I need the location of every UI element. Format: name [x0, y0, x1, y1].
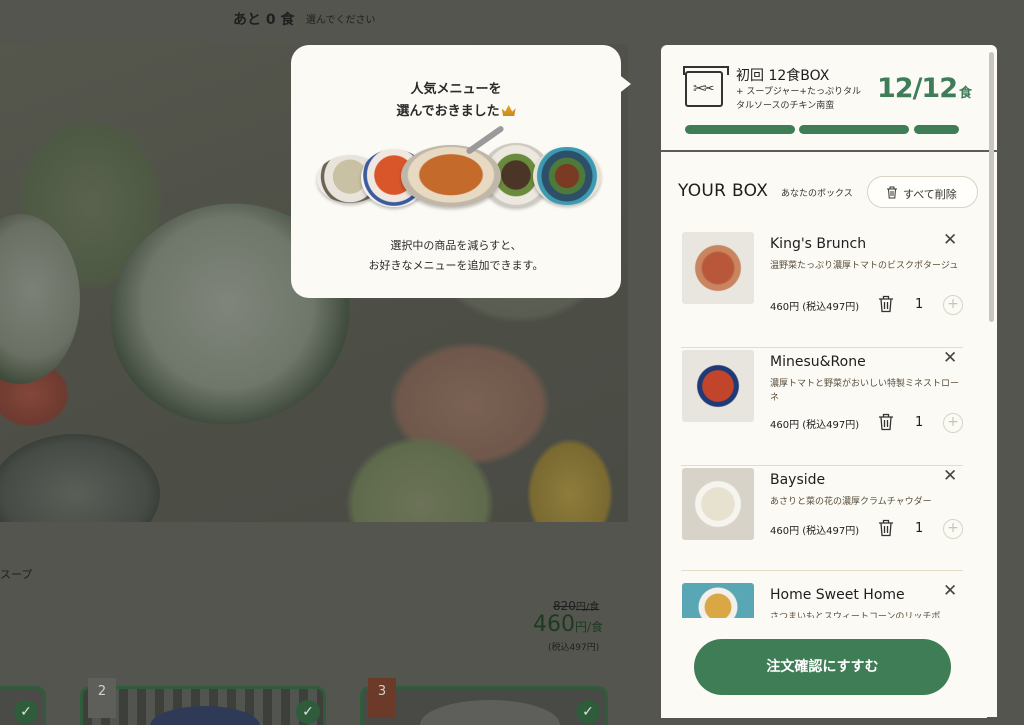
remaining-hint: 選んでください	[306, 15, 376, 26]
check-icon[interactable]: ✓	[576, 700, 600, 724]
item-price: 460円 (税込497円)	[770, 526, 860, 537]
item-price: 460円 (税込497円)	[770, 420, 860, 431]
cart-item: Bayside あさりと菜の花の濃厚クラムチャウダー 460円 (税込497円)…	[681, 466, 963, 571]
scrollbar[interactable]	[989, 52, 994, 322]
close-icon[interactable]: ✕	[943, 581, 957, 601]
box-subtitle: + スープジャー+たっぷりタルタルソースのチキン南蛮	[736, 87, 861, 111]
rank-badge: 3	[368, 678, 396, 718]
item-thumbnail	[682, 468, 754, 540]
close-icon[interactable]: ✕	[943, 466, 957, 486]
rank-badge: 2	[88, 678, 116, 718]
close-icon[interactable]: ✕	[943, 230, 957, 250]
trash-icon[interactable]	[878, 295, 894, 313]
popover-description: 選択中の商品を減らすと、 お好きなメニューを追加できます。	[368, 239, 544, 272]
progress-segment	[914, 125, 959, 134]
sale-price: 460円/食	[533, 612, 604, 637]
cart-item: Minesu&Rone 濃厚トマトと野菜がおいしい特製ミネストローネ 460円 …	[681, 348, 963, 466]
increase-button[interactable]: +	[943, 413, 963, 433]
item-thumbnail	[682, 583, 754, 623]
increase-button[interactable]: +	[943, 295, 963, 315]
box-title: 初回 12食BOX	[736, 68, 830, 84]
cart-item-list: King's Brunch 温野菜たっぷり濃厚トマトのビスクポタージュ 460円…	[681, 230, 963, 631]
box-icon: ✂✂	[683, 66, 729, 107]
clear-all-button[interactable]: すべて削除	[867, 176, 978, 208]
recommendation-popover: 人気メニューを 選んでおきました 選択中の商品を減らすと、 お好きなメニューを追…	[291, 45, 631, 298]
your-box-title: YOUR BOX	[678, 181, 769, 201]
tax-price: (税込497円)	[548, 643, 600, 653]
item-quantity: 1	[915, 415, 924, 430]
your-box-subtitle: あなたのボックス	[781, 189, 853, 199]
cart-panel: ✂✂ 初回 12食BOX + スープジャー+たっぷりタルタルソースのチキン南蛮 …	[661, 45, 997, 717]
increase-button[interactable]: +	[943, 519, 963, 539]
item-description: あさりと菜の花の濃厚クラムチャウダー	[770, 497, 932, 507]
item-description: 温野菜たっぷり濃厚トマトのビスクポタージュ	[770, 261, 959, 271]
progress-segment	[685, 125, 795, 134]
food-decor	[0, 214, 80, 384]
item-price: 460円 (税込497円)	[770, 302, 860, 313]
popular-menu-image	[313, 124, 603, 213]
remaining-count: あと 0 食	[233, 12, 295, 28]
item-name: Bayside	[770, 472, 826, 488]
food-decor	[0, 434, 160, 522]
item-description: 濃厚トマトと野菜がおいしい特製ミネストローネ	[770, 379, 960, 403]
original-price: 820円/食	[553, 599, 600, 613]
item-name: Home Sweet Home	[770, 587, 905, 603]
item-quantity: 1	[915, 297, 924, 312]
trash-icon[interactable]	[878, 519, 894, 537]
close-icon[interactable]: ✕	[943, 348, 957, 368]
popover-title: 人気メニューを 選んでおきました	[291, 79, 621, 123]
item-thumbnail	[682, 232, 754, 304]
soup-bowl	[401, 145, 501, 207]
category-label: スープ	[0, 568, 33, 581]
check-icon[interactable]: ✓	[14, 700, 38, 724]
trash-icon	[887, 186, 897, 199]
item-thumbnail	[682, 350, 754, 422]
progress-bar	[685, 125, 959, 134]
proceed-to-order-button[interactable]: 注文確認にすすむ	[694, 639, 951, 695]
soup-bowl	[533, 147, 601, 205]
box-summary: ✂✂ 初回 12食BOX + スープジャー+たっぷりタルタルソースのチキン南蛮 …	[661, 45, 997, 152]
check-icon[interactable]: ✓	[296, 700, 320, 724]
item-name: Minesu&Rone	[770, 354, 866, 370]
cart-item: King's Brunch 温野菜たっぷり濃厚トマトのビスクポタージュ 460円…	[681, 230, 963, 348]
item-name: King's Brunch	[770, 236, 867, 252]
trash-icon[interactable]	[878, 413, 894, 431]
selection-status-bar: あと 0 食 選んでください	[0, 0, 660, 38]
progress-segment	[799, 125, 909, 134]
crown-icon	[501, 105, 516, 116]
item-quantity: 1	[915, 521, 924, 536]
meal-count: 12/12 食	[877, 73, 972, 104]
